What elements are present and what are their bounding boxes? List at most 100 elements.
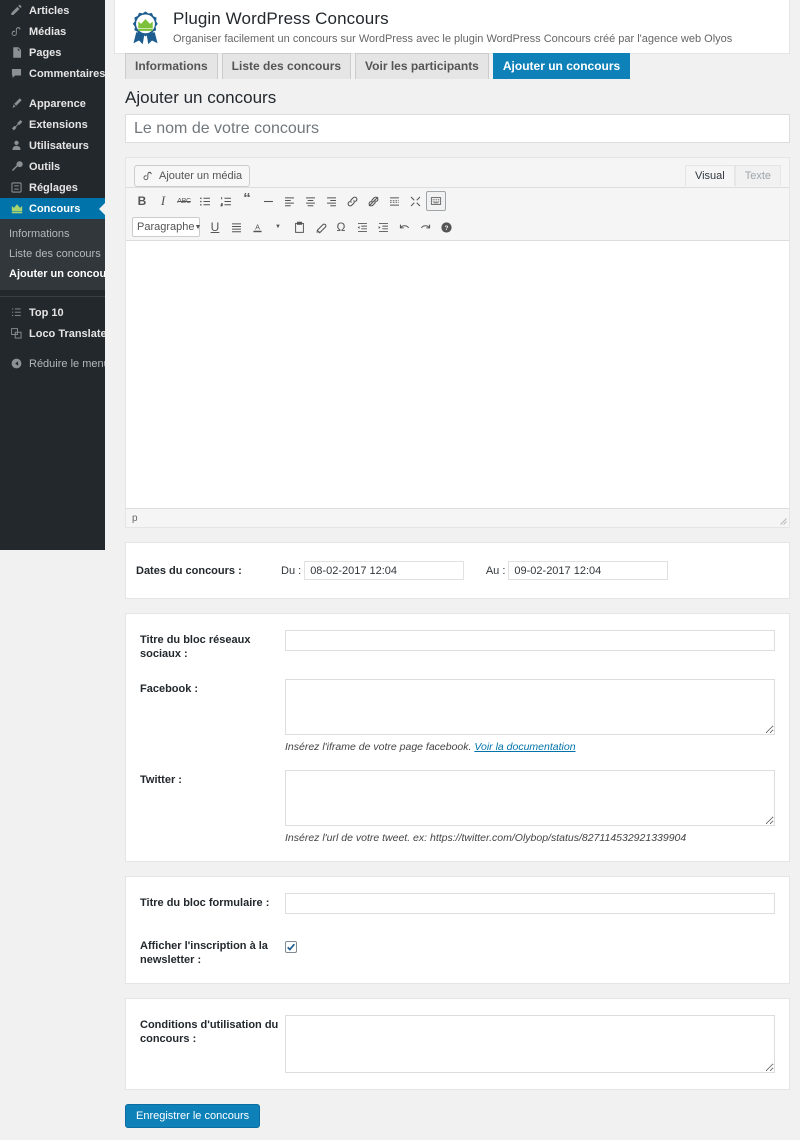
date-from-group: Du :	[281, 561, 465, 580]
outdent-icon[interactable]	[352, 217, 372, 237]
tab-informations[interactable]: Informations	[125, 53, 218, 79]
toggle-toolbar-icon[interactable]	[426, 191, 446, 211]
date-from-input[interactable]	[304, 561, 465, 580]
redo-icon[interactable]	[415, 217, 435, 237]
italic-icon[interactable]: I	[153, 191, 173, 211]
bold-icon[interactable]: B	[132, 191, 152, 211]
form-block-title-input[interactable]	[285, 893, 775, 914]
sidebar-item-label: Concours	[29, 202, 81, 215]
format-select-value: Paragraphe	[137, 221, 195, 233]
sidebar-item-articles[interactable]: Articles	[0, 0, 105, 21]
sidebar-item-pages[interactable]: Pages	[0, 42, 105, 63]
align-left-icon[interactable]	[279, 191, 299, 211]
media-icon	[9, 25, 24, 39]
crown-icon	[9, 202, 24, 216]
dates-field-row: Dates du concours : Du : Au :	[136, 561, 779, 580]
underline-icon[interactable]: U	[205, 217, 225, 237]
facebook-doc-link[interactable]: Voir la documentation	[474, 741, 575, 753]
align-justify-icon[interactable]	[226, 217, 246, 237]
unlink-icon[interactable]	[363, 191, 383, 211]
tools-icon	[9, 160, 24, 174]
numbered-list-icon[interactable]	[216, 191, 236, 211]
users-icon	[9, 139, 24, 153]
paste-as-text-icon[interactable]	[289, 217, 309, 237]
link-icon[interactable]	[342, 191, 362, 211]
social-block-title-input[interactable]	[285, 630, 775, 651]
chevron-down-icon: ▼	[194, 223, 202, 231]
sidebar-item-label: Apparence	[29, 97, 86, 110]
facebook-hint: Insérez l'iframe de votre page facebook.…	[285, 740, 775, 754]
read-more-icon[interactable]	[384, 191, 404, 211]
distraction-free-icon[interactable]	[405, 191, 425, 211]
save-contest-button[interactable]: Enregistrer le concours	[125, 1104, 261, 1128]
tab-ajouter-un-concours[interactable]: Ajouter un concours	[492, 53, 631, 79]
sidebar-item-extensions[interactable]: Extensions	[0, 114, 105, 135]
keyboard-shortcuts-icon[interactable]: ?	[436, 217, 456, 237]
bullet-list-icon[interactable]	[195, 191, 215, 211]
align-center-icon[interactable]	[300, 191, 320, 211]
svg-text:?: ?	[444, 224, 448, 231]
dates-label: Dates du concours :	[136, 565, 242, 577]
social-panel: Titre du bloc réseaux sociaux : Facebook…	[125, 613, 790, 862]
sidebar-item-loco-translate[interactable]: Loco Translate	[0, 323, 107, 344]
sidebar-subitem-liste-des-concours[interactable]: Liste des concours	[0, 244, 105, 264]
form-block-title-row: Titre du bloc formulaire :	[140, 893, 775, 914]
svg-text:A: A	[255, 222, 260, 231]
blockquote-icon[interactable]: “	[237, 191, 257, 211]
add-media-label: Ajouter un média	[159, 170, 243, 182]
sidebar-subitem-ajouter-un-concours[interactable]: Ajouter un concours	[0, 264, 117, 284]
clear-formatting-icon[interactable]	[310, 217, 330, 237]
add-media-button[interactable]: Ajouter un média	[134, 165, 251, 187]
newsletter-checkbox[interactable]	[285, 940, 297, 953]
contest-title-input[interactable]	[125, 114, 790, 143]
collapse-icon	[9, 357, 24, 371]
sidebar-item-apparence[interactable]: Apparence	[0, 93, 105, 114]
appearance-icon	[9, 97, 24, 111]
horizontal-rule-icon[interactable]	[258, 191, 278, 211]
tab-voir-les-participants[interactable]: Voir les participants	[355, 53, 489, 79]
facebook-textarea[interactable]	[285, 679, 775, 735]
sidebar-item-utilisateurs[interactable]: Utilisateurs	[0, 135, 105, 156]
indent-icon[interactable]	[373, 217, 393, 237]
editor-statusbar: p	[126, 508, 789, 527]
content-editor: Ajouter un média Visual Texte B I ABC “	[125, 157, 790, 528]
date-to-input[interactable]	[508, 561, 669, 580]
strikethrough-icon[interactable]: ABC	[174, 191, 194, 211]
sidebar-item-label: Loco Translate	[29, 327, 107, 340]
media-icon	[142, 170, 155, 183]
sidebar-item-medias[interactable]: Médias	[0, 21, 105, 42]
sidebar-item-commentaires[interactable]: Commentaires	[0, 63, 105, 84]
twitter-textarea[interactable]	[285, 770, 775, 826]
sidebar-item-top-10[interactable]: Top 10	[0, 302, 105, 323]
align-right-icon[interactable]	[321, 191, 341, 211]
tab-text-editor[interactable]: Texte	[734, 165, 781, 186]
tab-liste-des-concours[interactable]: Liste des concours	[221, 53, 352, 79]
undo-icon[interactable]	[394, 217, 414, 237]
sidebar-item-outils[interactable]: Outils	[0, 156, 105, 177]
sidebar-collapse-label: Réduire le menu	[29, 357, 110, 370]
settings-icon	[9, 181, 24, 195]
tab-visual-editor[interactable]: Visual	[684, 165, 735, 186]
conditions-textarea[interactable]	[285, 1015, 775, 1073]
translate-icon	[9, 327, 24, 341]
facebook-hint-text: Insérez l'iframe de votre page facebook.	[285, 741, 472, 753]
sidebar-item-concours[interactable]: Concours	[0, 198, 106, 219]
sidebar-item-reglages[interactable]: Réglages	[0, 177, 105, 198]
editor-resize-handle[interactable]	[778, 516, 787, 525]
conditions-label: Conditions d'utilisation du concours :	[140, 1019, 279, 1045]
sidebar-subitem-informations[interactable]: Informations	[0, 224, 105, 244]
date-to-label: Au :	[485, 564, 506, 577]
sidebar-collapse-menu[interactable]: Réduire le menu	[0, 353, 110, 374]
text-color-caret-icon[interactable]: ▼	[268, 217, 288, 237]
special-character-icon[interactable]: Ω	[331, 217, 351, 237]
post-icon	[9, 4, 24, 18]
editor-content-area[interactable]	[126, 240, 789, 508]
facebook-label: Facebook :	[140, 683, 199, 695]
newsletter-row: Afficher l'inscription à la newsletter :	[140, 936, 775, 967]
sidebar-item-label: Commentaires	[29, 67, 106, 80]
text-color-icon[interactable]: A	[247, 217, 267, 237]
plugin-nav-tabs: Informations Liste des concours Voir les…	[125, 53, 790, 79]
social-block-title-label: Titre du bloc réseaux sociaux :	[140, 634, 251, 660]
award-rosette-icon	[127, 10, 164, 47]
format-select[interactable]: Paragraphe ▼	[132, 217, 202, 237]
